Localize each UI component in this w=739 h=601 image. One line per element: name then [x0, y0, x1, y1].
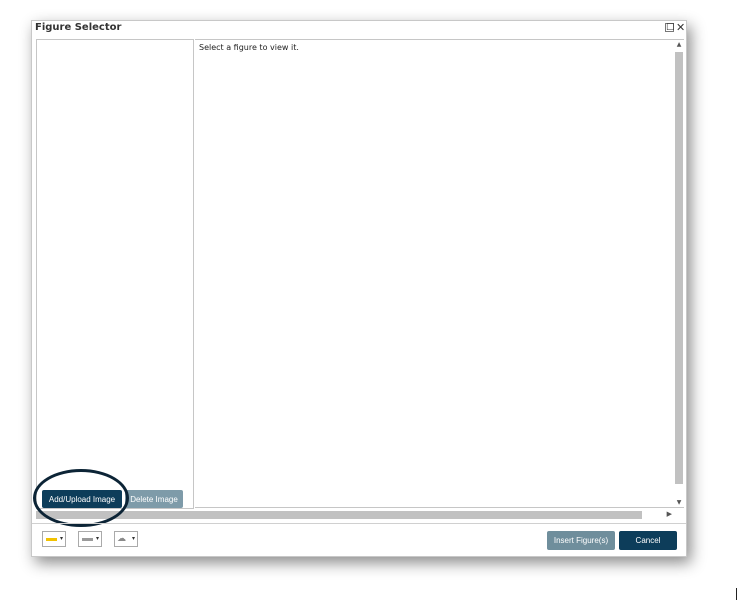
- chevron-down-icon: ▾: [131, 535, 135, 542]
- footer-divider: [32, 523, 686, 524]
- highlight-color-icon: [46, 538, 57, 541]
- shape-icon: ☁: [117, 534, 126, 544]
- close-icon[interactable]: ✕: [676, 22, 685, 33]
- vertical-scroll-thumb[interactable]: [675, 52, 683, 484]
- vertical-scrollbar[interactable]: ▲ ▼: [673, 40, 684, 507]
- scroll-up-icon[interactable]: ▲: [675, 41, 683, 48]
- line-style-icon: [82, 538, 93, 541]
- maximize-icon[interactable]: □: [665, 23, 675, 32]
- cancel-button[interactable]: Cancel: [619, 531, 677, 550]
- horizontal-scroll-thumb[interactable]: [36, 511, 642, 519]
- shape-dropdown[interactable]: ☁ ▾: [114, 531, 138, 547]
- highlight-color-dropdown[interactable]: ▾: [42, 531, 66, 547]
- insert-figures-button[interactable]: Insert Figure(s): [547, 531, 615, 550]
- horizontal-scrollbar[interactable]: ▶: [36, 509, 684, 520]
- add-upload-image-button[interactable]: Add/Upload Image: [42, 490, 122, 508]
- preview-placeholder-text: Select a figure to view it.: [199, 43, 299, 52]
- figure-list-panel[interactable]: [36, 39, 194, 509]
- delete-image-button[interactable]: Delete Image: [125, 490, 183, 508]
- scroll-down-icon[interactable]: ▼: [675, 499, 683, 506]
- text-cursor-icon: [736, 588, 737, 600]
- line-style-dropdown[interactable]: ▾: [78, 531, 102, 547]
- chevron-down-icon: ▾: [95, 535, 99, 542]
- chevron-down-icon: ▾: [59, 535, 63, 542]
- figure-selector-dialog: Figure Selector □ ✕ Select a figure to v…: [31, 20, 687, 557]
- dialog-title: Figure Selector: [35, 22, 122, 33]
- scroll-right-icon[interactable]: ▶: [667, 510, 672, 518]
- figure-preview-panel: Select a figure to view it. ▲ ▼: [195, 39, 684, 508]
- dialog-titlebar[interactable]: Figure Selector □ ✕: [32, 21, 686, 36]
